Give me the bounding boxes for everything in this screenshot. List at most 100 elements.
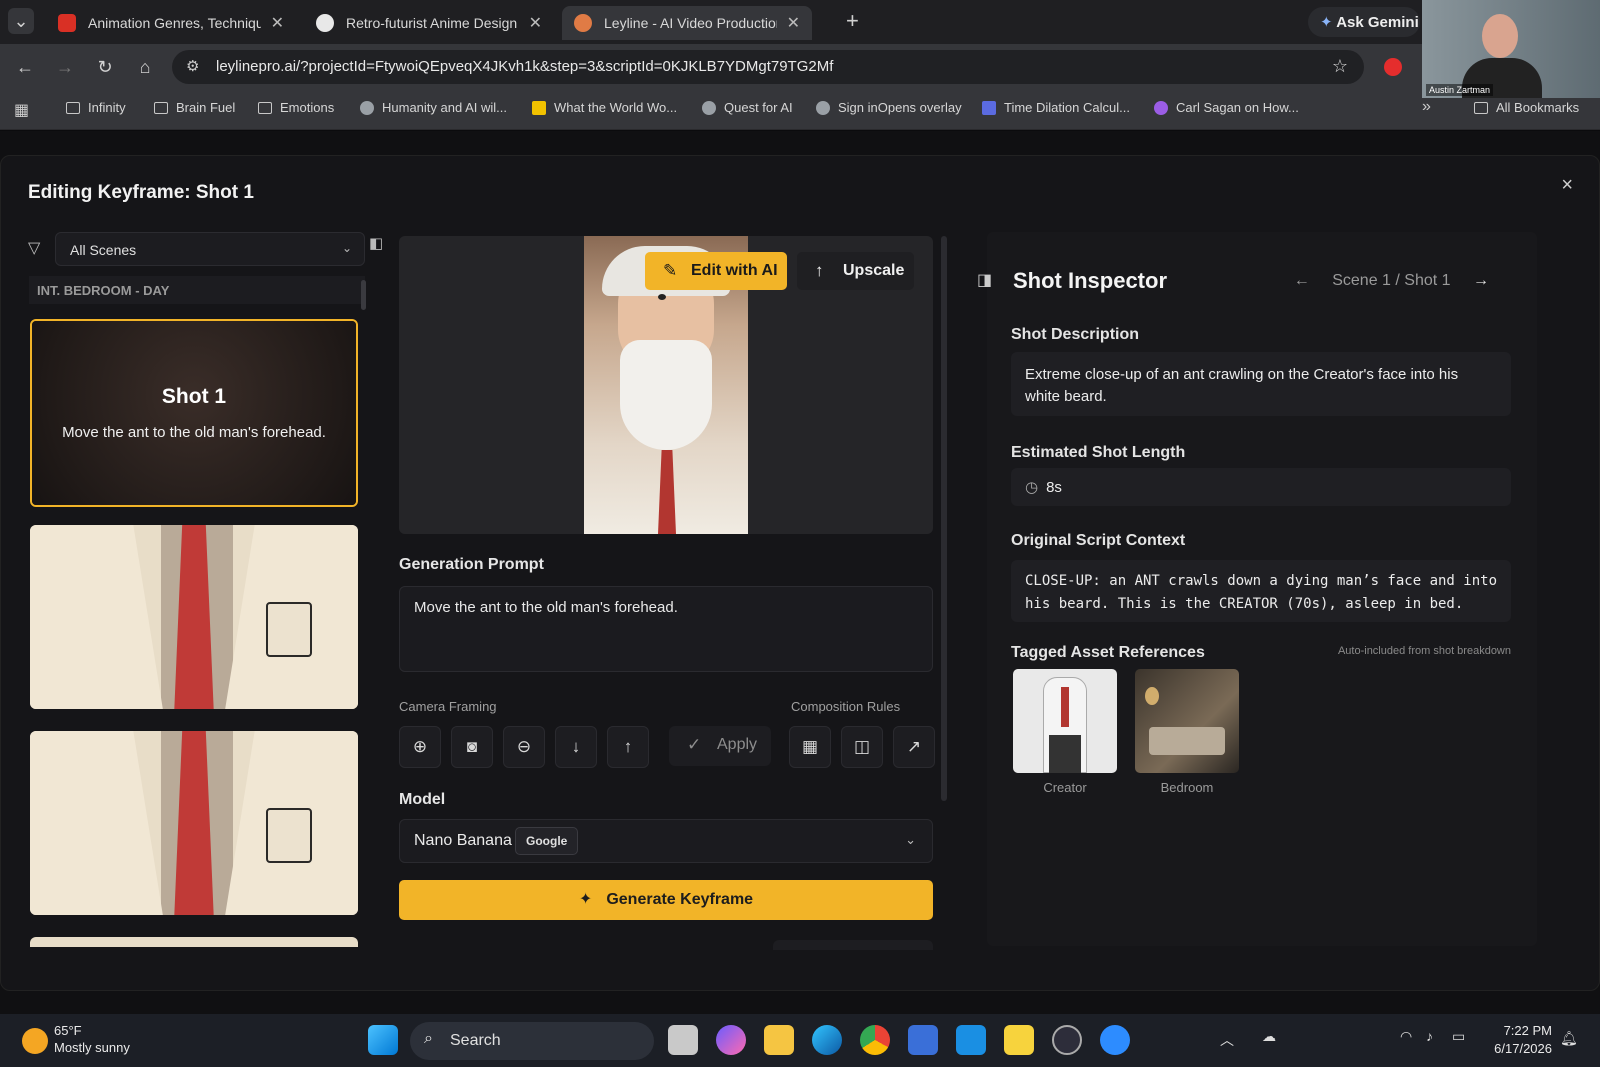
shot-card-4[interactable] <box>30 937 358 947</box>
weather-widget[interactable]: 65°F Mostly sunny <box>54 1022 130 1056</box>
file-explorer-icon[interactable] <box>764 1025 794 1055</box>
script-context-label: Original Script Context <box>1011 532 1186 549</box>
shot-card-1[interactable]: Shot 1 Move the ant to the old man's for… <box>30 319 358 507</box>
chrome-icon[interactable] <box>860 1025 890 1055</box>
collapse-panel-icon[interactable]: ◧ <box>369 234 383 252</box>
bookmark-what-the-world[interactable]: What the World Wo... <box>532 100 677 115</box>
generation-prompt-input[interactable]: Move the ant to the old man's forehead. <box>399 586 933 672</box>
snipping-tool-icon[interactable] <box>956 1025 986 1055</box>
tab-leyline[interactable]: Leyline - AI Video Production P ✕ <box>562 6 812 40</box>
shot-card-2[interactable] <box>30 525 358 709</box>
secondary-button[interactable] <box>773 940 933 950</box>
weather-condition: Mostly sunny <box>54 1040 130 1055</box>
volume-icon[interactable]: ♪ <box>1426 1028 1433 1044</box>
sticky-notes-icon[interactable] <box>1004 1025 1034 1055</box>
arrow-right-icon[interactable]: → <box>1473 272 1489 289</box>
upscale-label: Upscale <box>843 262 905 279</box>
generation-prompt-label: Generation Prompt <box>399 556 544 573</box>
asset-creator-trousers <box>1049 735 1081 773</box>
close-tab-icon[interactable]: ✕ <box>271 13 284 33</box>
scrollbar[interactable] <box>361 280 366 310</box>
battery-icon[interactable]: ▭ <box>1452 1028 1465 1045</box>
taskbar-search[interactable]: ⌕ Search <box>410 1022 654 1060</box>
camera-framing-label: Camera Framing <box>399 699 497 714</box>
arrow-left-icon[interactable]: ← <box>1294 272 1310 289</box>
zoom-icon[interactable] <box>1100 1025 1130 1055</box>
close-tab-icon[interactable]: ✕ <box>787 13 800 33</box>
collapse-panel-icon[interactable]: ◨ <box>977 270 992 290</box>
camera-icon[interactable]: ◙ <box>451 726 493 768</box>
home-icon[interactable]: ⌂ <box>132 54 158 80</box>
onedrive-icon[interactable]: ☁ <box>1262 1028 1276 1045</box>
close-tab-icon[interactable]: ✕ <box>529 13 542 33</box>
scene-filter-value: All Scenes <box>70 242 137 258</box>
scene-filter-select[interactable]: All Scenes ⌄ <box>55 232 365 266</box>
bookmark-carl-sagan[interactable]: Carl Sagan on How... <box>1154 100 1299 115</box>
store-icon[interactable] <box>908 1025 938 1055</box>
arrow-down-icon[interactable]: ↓ <box>555 726 597 768</box>
chevron-up-icon[interactable]: ︿ <box>1220 1030 1234 1050</box>
tab-search-chevron-icon[interactable]: ⌄ <box>8 8 34 34</box>
arrow-up-icon[interactable]: ↑ <box>607 726 649 768</box>
back-icon[interactable]: ← <box>12 54 38 80</box>
reload-icon[interactable]: ↻ <box>92 54 118 80</box>
edge-icon[interactable] <box>812 1025 842 1055</box>
bookmark-sign-in[interactable]: Sign inOpens overlay <box>816 100 962 115</box>
edit-with-ai-button[interactable]: ✎ Edit with AI <box>645 252 787 290</box>
more-bookmarks-icon[interactable]: » <box>1422 98 1431 116</box>
shot-description-label: Shot Description <box>1011 326 1140 343</box>
new-tab-button[interactable]: + <box>846 8 859 34</box>
ask-gemini-button[interactable]: ✦ Ask Gemini <box>1308 7 1420 37</box>
scrollbar[interactable] <box>941 236 947 801</box>
generate-keyframe-button[interactable]: ✦ Generate Keyframe <box>399 880 933 920</box>
all-bookmarks[interactable]: All Bookmarks <box>1474 100 1579 115</box>
zoom-out-icon[interactable]: ⊖ <box>503 726 545 768</box>
white-beard <box>620 340 712 450</box>
close-icon[interactable]: × <box>1561 174 1573 197</box>
forward-icon[interactable]: → <box>52 54 78 80</box>
bookmark-humanity[interactable]: Humanity and AI wil... <box>360 100 507 115</box>
apps-grid-icon[interactable]: ▦ <box>14 100 29 120</box>
grid-icon[interactable]: ▦ <box>789 726 831 768</box>
zoom-in-icon[interactable]: ⊕ <box>399 726 441 768</box>
bookmark-time-dilation[interactable]: Time Dilation Calcul... <box>982 100 1130 115</box>
bookmark-infinity[interactable]: Infinity <box>66 100 126 115</box>
script-context-text: CLOSE-UP: an ANT crawls down a dying man… <box>1011 560 1511 622</box>
tab-animation-genres[interactable]: Animation Genres, Technique a ✕ <box>46 6 296 40</box>
asset-creator[interactable] <box>1013 669 1117 773</box>
model-select[interactable]: Nano Banana Google ⌄ <box>399 819 933 863</box>
generate-keyframe-label: Generate Keyframe <box>606 891 754 908</box>
bookmark-emotions[interactable]: Emotions <box>258 100 334 115</box>
tab-retro-futurist[interactable]: Retro-futurist Anime Design ✕ <box>304 6 554 40</box>
bookmark-brain-fuel[interactable]: Brain Fuel <box>154 100 235 115</box>
bookmark-label: Emotions <box>280 100 335 115</box>
clock[interactable]: 7:22 PM 6/17/2026 <box>1494 1022 1552 1058</box>
site-info-icon[interactable]: ⚙ <box>186 57 199 75</box>
apply-button[interactable]: ✓ Apply <box>669 726 771 766</box>
keyframe-editor-modal: Editing Keyframe: Shot 1 × ▽ All Scenes … <box>0 155 1600 991</box>
upscale-button[interactable]: ↑ Upscale <box>797 252 914 290</box>
bookmark-quest-for-ai[interactable]: Quest for AI <box>702 100 793 115</box>
url-field[interactable]: ⚙ leylinepro.ai/?projectId=FtywoiQEpveqX… <box>172 50 1364 84</box>
notifications-icon[interactable]: 🔔︎ <box>1560 1030 1578 1047</box>
split-frame-icon[interactable]: ◫ <box>841 726 883 768</box>
taskbar: 65°F Mostly sunny ⌕ Search ︿ ☁ ◠ ♪ ▭ 7:2… <box>0 1014 1600 1067</box>
task-view-icon[interactable] <box>668 1025 698 1055</box>
windows-start-icon[interactable] <box>368 1025 398 1055</box>
shot-thumbnail <box>32 321 356 505</box>
wifi-icon[interactable]: ◠ <box>1400 1028 1412 1045</box>
shot-description: Move the ant to the old man's forehead. <box>62 424 326 441</box>
bookmark-label: Quest for AI <box>724 100 793 115</box>
shot-card-3[interactable] <box>30 731 358 915</box>
extension-icon[interactable] <box>1384 58 1402 76</box>
bookmark-star-icon[interactable]: ☆ <box>1332 56 1348 77</box>
bookmark-label: Humanity and AI wil... <box>382 100 507 115</box>
bookmark-favicon-icon <box>532 100 546 115</box>
trend-icon[interactable]: ↗ <box>893 726 935 768</box>
chevron-down-icon: ⌄ <box>905 832 916 847</box>
media-player-icon[interactable] <box>1052 1025 1082 1055</box>
browser-tab-bar: ⌄ Animation Genres, Technique a ✕ Retro-… <box>0 0 1600 44</box>
copilot-icon[interactable] <box>716 1025 746 1055</box>
tab-title: Animation Genres, Technique a <box>88 15 261 31</box>
asset-bedroom[interactable] <box>1135 669 1239 773</box>
